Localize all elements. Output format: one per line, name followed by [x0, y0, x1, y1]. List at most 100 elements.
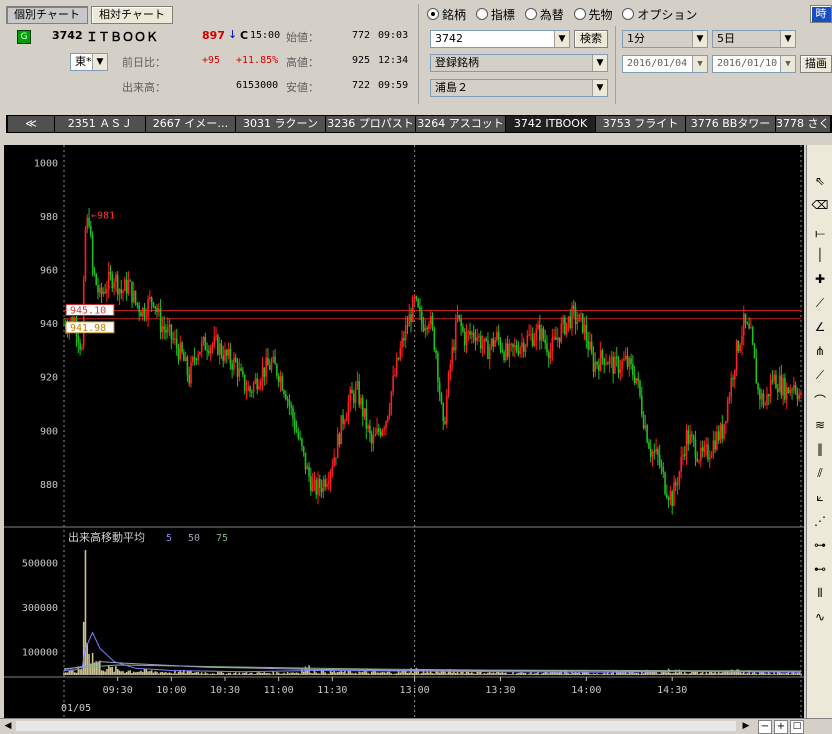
vertical-line-icon[interactable]: │ [809, 245, 831, 265]
price-candle-body [256, 378, 258, 390]
stock-tab[interactable]: 2351 ＡＳＪ [55, 116, 146, 132]
search-button[interactable]: 検索 [574, 30, 608, 48]
price-candle-body [469, 331, 471, 335]
time-button[interactable]: 時 [810, 5, 832, 23]
stock-tab[interactable]: 2667 イメー… [146, 116, 236, 132]
group-select[interactable]: 浦島２ ▼ [430, 79, 608, 97]
price-candle-body [193, 357, 196, 360]
tab-relative-chart[interactable]: 相対チャート [91, 6, 173, 24]
stock-tab[interactable]: 3776 BBタワー [686, 116, 776, 132]
code-select[interactable]: 3742 ▼ [430, 30, 570, 48]
fibonacci-fan-icon[interactable]: ⟋ [809, 365, 831, 385]
volume-bar [379, 672, 382, 675]
volume-bar [408, 672, 411, 675]
price-candle-body [352, 393, 355, 404]
gann-icon[interactable]: ⟀ [809, 487, 831, 507]
volume-bar [251, 672, 253, 675]
volume-bar [363, 671, 366, 675]
volume-bar [599, 674, 602, 675]
cursor-icon[interactable]: ⇖ [809, 171, 831, 191]
period-select[interactable]: 5日 ▼ [712, 30, 796, 48]
date-to-select[interactable]: 2016/01/10 ▼ [712, 55, 796, 73]
market-select[interactable]: 東* ▼ [70, 53, 108, 71]
draw-button[interactable]: 描画 [800, 55, 832, 73]
speed-line-icon[interactable]: ⋰ [809, 511, 831, 531]
volume-bar [358, 671, 360, 675]
reset-icon[interactable]: □ [790, 720, 804, 734]
volume-bar [319, 673, 321, 675]
price-candle-body [628, 358, 631, 367]
wave-icon[interactable]: ∿ [809, 607, 831, 627]
arc-icon[interactable]: ⌒ [809, 391, 831, 411]
channel-icon[interactable]: ≋ [809, 415, 831, 435]
stock-tab[interactable]: 3264 アスコット [416, 116, 506, 132]
price-candle-body [589, 341, 591, 350]
price-candle-body [716, 431, 718, 450]
radio-futures[interactable]: 先物 [573, 8, 613, 22]
volume-bar [202, 673, 205, 675]
chart-area[interactable]: 1000 980 960 940 920 900 880 500000 300000 100000… [4, 145, 804, 718]
date-from-select[interactable]: 2016/01/04 ▼ [622, 55, 708, 73]
price-candle-body [401, 338, 403, 348]
stock-tab[interactable]: 3236 プロパスト [326, 116, 416, 132]
extension-icon[interactable]: ⊷ [809, 559, 831, 579]
zoom-out-icon[interactable]: − [758, 720, 772, 734]
volume-bar [161, 671, 164, 675]
price-candle-body [378, 428, 380, 432]
price-candle-body [494, 339, 496, 347]
zoom-in-icon[interactable]: + [774, 720, 788, 734]
low-label: 安値： [286, 81, 319, 94]
radio-forex[interactable]: 為替 [524, 8, 564, 22]
price-candle-body [794, 384, 797, 393]
price-candle-body [374, 433, 377, 436]
tab-individual-chart[interactable]: 個別チャート [6, 6, 88, 24]
volume-bar [118, 670, 121, 675]
price-candle-body [753, 343, 756, 359]
fibonacci-time-icon[interactable]: ‖ [809, 439, 831, 459]
price-candle-body [708, 457, 711, 460]
volume-bar [399, 672, 402, 675]
line-segment-icon[interactable]: ⟝ [809, 223, 831, 243]
volume-bar [174, 670, 176, 675]
price-candle-body [363, 408, 366, 417]
volume-bar [326, 673, 328, 675]
volume-bar [249, 672, 251, 675]
volume-bar [222, 672, 225, 675]
price-candle-body [100, 287, 103, 295]
volume-bar [465, 671, 468, 675]
stock-tab-active[interactable]: 3742 ITBOOK [506, 116, 596, 132]
trend-line-icon[interactable]: ⟋ [809, 293, 831, 313]
volume-bar [608, 674, 611, 675]
scroll-right-icon[interactable]: ▶ [740, 720, 752, 732]
volume-bar [567, 673, 570, 675]
price-volume-chart[interactable]: 1000 980 960 940 920 900 880 500000 300000 100000… [4, 145, 804, 718]
eraser-icon[interactable]: ⌫ [809, 195, 831, 215]
stock-tab[interactable]: 3031 ラクーン [236, 116, 326, 132]
tab-prev-button[interactable]: ≪ [8, 116, 55, 132]
list-select[interactable]: 登録銘柄 ▼ [430, 54, 608, 72]
price-candle-body [437, 353, 439, 382]
cycle-lines-icon[interactable]: ⦀ [809, 583, 831, 603]
interval-select[interactable]: 1分 ▼ [622, 30, 708, 48]
fan-icon[interactable]: ⋔ [809, 341, 831, 361]
radio-index[interactable]: 指標 [475, 8, 515, 22]
scroll-track[interactable] [16, 721, 736, 731]
scroll-left-icon[interactable]: ◀ [2, 720, 14, 732]
price-candle-body [739, 345, 741, 351]
stock-tab[interactable]: 3778 さくら [776, 116, 831, 132]
price-candle-body [191, 357, 194, 363]
parallel-line-icon[interactable]: ⫽ [809, 463, 831, 483]
volume-bar [750, 673, 752, 675]
stock-tab[interactable]: 3753 フライト [596, 116, 686, 132]
price-candle-body [243, 374, 246, 391]
radio-stock[interactable]: 銘柄 [427, 8, 466, 22]
retracement-icon[interactable]: ⊶ [809, 535, 831, 555]
volume-bar [424, 672, 427, 675]
crosshair-icon[interactable]: ✚ [809, 269, 831, 289]
radio-options[interactable]: オプション [622, 8, 697, 22]
price-candle-body [780, 375, 783, 396]
price-candle-body [438, 381, 441, 395]
angle-line-icon[interactable]: ∠ [809, 317, 831, 337]
horizontal-scrollbar[interactable]: ◀ ▶ − + □ [0, 718, 832, 734]
volume-bar [721, 672, 724, 675]
